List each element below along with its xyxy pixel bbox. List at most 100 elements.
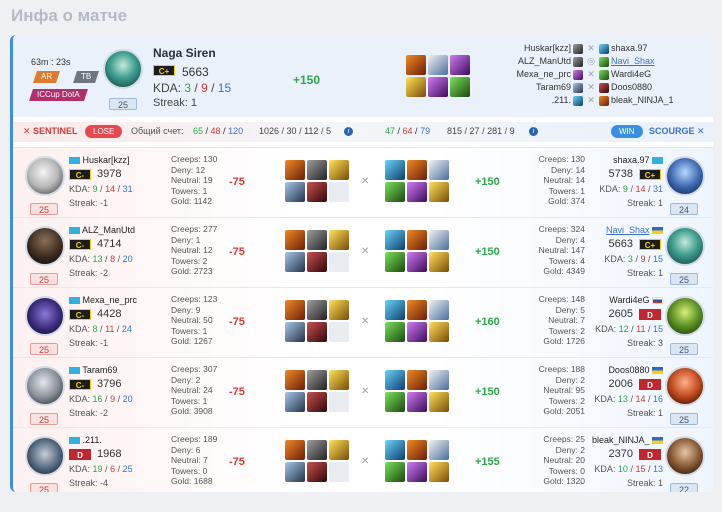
item-icon[interactable] [385,440,405,460]
item-icon[interactable] [307,322,327,342]
right-player-name[interactable]: Doos0880 [608,365,663,375]
item-icon[interactable] [307,440,327,460]
item-icon[interactable] [429,370,449,390]
item-icon[interactable] [307,392,327,412]
item-icon[interactable] [407,370,427,390]
item-icon[interactable] [407,230,427,250]
item-icon[interactable] [385,230,405,250]
roster-right-player[interactable]: shaxa.97 [611,42,648,55]
left-player-name[interactable]: .211. [69,435,102,445]
item-icon[interactable] [385,300,405,320]
item-icon[interactable] [429,440,449,460]
item-icon[interactable] [428,77,448,97]
item-icon[interactable] [329,160,349,180]
item-icon[interactable] [329,462,349,482]
item-icon[interactable] [407,182,427,202]
item-icon[interactable] [407,252,427,272]
roster-left-player[interactable]: Taram69 [515,81,571,94]
item-icon[interactable] [385,160,405,180]
item-icon[interactable] [407,440,427,460]
item-icon[interactable] [307,252,327,272]
left-hero-avatar[interactable] [25,156,65,196]
roster-right-player[interactable]: Wardi4eG [611,68,651,81]
item-icon[interactable] [329,370,349,390]
item-icon[interactable] [450,55,470,75]
item-icon[interactable] [329,182,349,202]
hero-name[interactable]: Naga Siren [153,46,216,60]
item-icon[interactable] [429,230,449,250]
item-icon[interactable] [329,230,349,250]
left-player-name[interactable]: Taram69 [69,365,117,375]
roster-left-player[interactable]: .211. [515,94,571,107]
item-icon[interactable] [307,182,327,202]
roster-right-player[interactable]: Doos0880 [611,81,652,94]
roster-right-player[interactable]: bleak_NINJA_1 [611,94,674,107]
info-icon[interactable]: i [344,127,353,136]
item-icon[interactable] [307,160,327,180]
left-hero-avatar[interactable] [25,366,65,406]
right-hero-avatar[interactable] [665,156,705,196]
item-icon[interactable] [429,462,449,482]
item-icon[interactable] [385,462,405,482]
item-icon[interactable] [285,160,305,180]
item-icon[interactable] [385,392,405,412]
hero-avatar[interactable] [103,49,143,89]
item-icon[interactable] [385,322,405,342]
right-hero-avatar[interactable] [665,366,705,406]
item-icon[interactable] [429,182,449,202]
item-icon[interactable] [285,252,305,272]
item-icon[interactable] [406,55,426,75]
right-hero-avatar[interactable] [665,296,705,336]
item-icon[interactable] [407,322,427,342]
left-player-name[interactable]: ALZ_ManUtd [69,225,135,235]
right-player-name[interactable]: bleak_NINJA_ [592,435,663,445]
item-icon[interactable] [307,462,327,482]
item-icon[interactable] [407,462,427,482]
item-icon[interactable] [429,322,449,342]
item-icon[interactable] [407,300,427,320]
item-icon[interactable] [329,392,349,412]
item-icon[interactable] [429,392,449,412]
info-icon[interactable]: i [529,127,538,136]
right-player-name[interactable]: Navi_Shax [606,225,663,235]
item-icon[interactable] [329,440,349,460]
item-icon[interactable] [428,55,448,75]
left-player-name[interactable]: Huskar[kzz] [69,155,130,165]
right-player-name[interactable]: Wardi4eG [609,295,663,305]
item-icon[interactable] [285,300,305,320]
right-hero-avatar[interactable] [665,436,705,476]
roster-left-player[interactable]: Huskar[kzz] [515,42,571,55]
item-icon[interactable] [429,160,449,180]
item-icon[interactable] [429,252,449,272]
item-icon[interactable] [329,300,349,320]
item-icon[interactable] [285,370,305,390]
left-hero-avatar[interactable] [25,436,65,476]
item-icon[interactable] [407,392,427,412]
item-icon[interactable] [285,322,305,342]
right-hero-avatar[interactable] [665,226,705,266]
left-player-name[interactable]: Mexa_ne_prc [69,295,137,305]
item-icon[interactable] [285,392,305,412]
item-icon[interactable] [307,230,327,250]
item-icon[interactable] [307,370,327,390]
left-hero-avatar[interactable] [25,296,65,336]
item-icon[interactable] [429,300,449,320]
right-player-name[interactable]: shaxa.97 [613,155,663,165]
item-icon[interactable] [307,300,327,320]
item-icon[interactable] [385,370,405,390]
item-icon[interactable] [285,182,305,202]
item-icon[interactable] [285,440,305,460]
roster-left-player[interactable]: ALZ_ManUtd [515,55,571,68]
item-icon[interactable] [385,252,405,272]
item-icon[interactable] [406,77,426,97]
item-icon[interactable] [450,77,470,97]
item-icon[interactable] [385,182,405,202]
item-icon[interactable] [329,252,349,272]
roster-left-player[interactable]: Mexa_ne_prc [515,68,571,81]
item-icon[interactable] [407,160,427,180]
item-icon[interactable] [329,322,349,342]
item-icon[interactable] [285,462,305,482]
roster-right-player[interactable]: Navi_Shax [611,55,655,68]
item-icon[interactable] [285,230,305,250]
left-hero-avatar[interactable] [25,226,65,266]
